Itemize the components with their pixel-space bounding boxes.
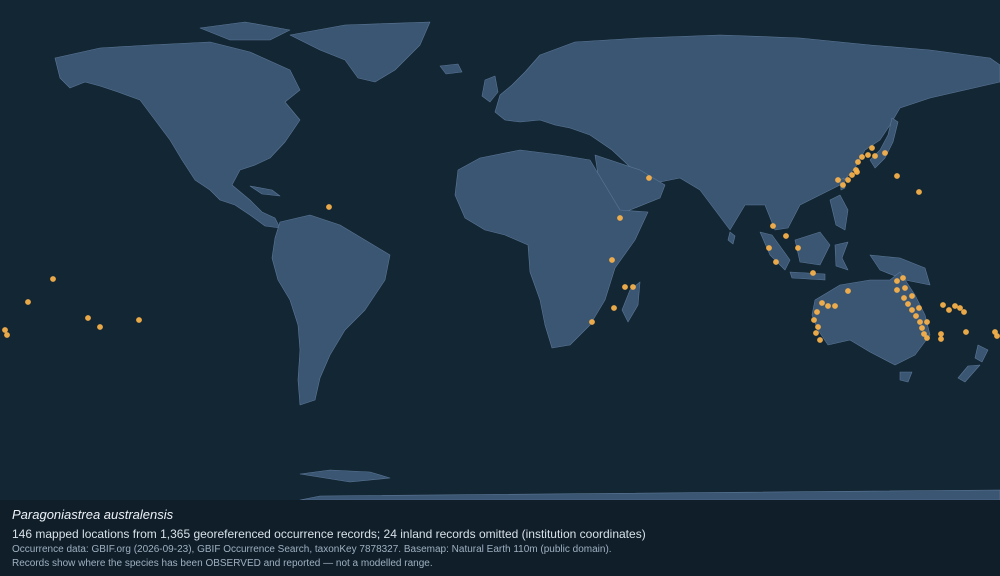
occurrence-point: [845, 177, 851, 183]
occurrence-point: [617, 215, 623, 221]
occurrence-point: [905, 301, 911, 307]
occurrence-point: [814, 309, 820, 315]
occurrence-point: [882, 150, 888, 156]
occurrence-point: [909, 293, 915, 299]
occurrence-point: [865, 152, 871, 158]
occurrence-point: [817, 337, 823, 343]
occurrence-point: [97, 324, 103, 330]
data-source: Occurrence data: GBIF.org (2026-09-23), …: [12, 544, 612, 555]
occurrence-point: [894, 287, 900, 293]
occurrence-point: [50, 276, 56, 282]
occurrence-point: [840, 182, 846, 188]
occurrence-point: [963, 329, 969, 335]
occurrence-point: [894, 278, 900, 284]
occurrence-point: [609, 257, 615, 263]
occurrence-point: [917, 319, 923, 325]
occurrence-point: [85, 315, 91, 321]
occurrence-point: [952, 303, 958, 309]
occurrence-point: [894, 173, 900, 179]
occurrence-point: [811, 317, 817, 323]
occurrence-point: [622, 284, 628, 290]
map-caption: Paragoniastrea australensis 146 mapped l…: [0, 500, 1000, 576]
occurrence-point: [916, 189, 922, 195]
occurrence-point: [961, 309, 967, 315]
occurrence-point: [646, 175, 652, 181]
occurrence-point: [825, 303, 831, 309]
world-map: [0, 0, 1000, 500]
occurrence-point: [819, 300, 825, 306]
occurrence-point: [919, 325, 925, 331]
occurrence-point: [770, 223, 776, 229]
occurrence-point: [909, 307, 915, 313]
occurrence-point: [766, 245, 772, 251]
occurrence-point: [900, 275, 906, 281]
species-name: Paragoniastrea australensis: [12, 507, 174, 522]
occurrence-point: [849, 172, 855, 178]
occurrence-point: [611, 305, 617, 311]
occurrence-point: [4, 332, 10, 338]
occurrence-point: [940, 302, 946, 308]
records-summary: 146 mapped locations from 1,365 georefer…: [12, 527, 646, 541]
occurrence-point: [902, 285, 908, 291]
occurrence-point: [832, 303, 838, 309]
occurrence-point: [630, 284, 636, 290]
occurrence-point: [901, 295, 907, 301]
occurrence-point: [924, 319, 930, 325]
occurrence-point: [783, 233, 789, 239]
occurrence-point: [854, 169, 860, 175]
occurrence-point: [916, 305, 922, 311]
occurrence-point: [924, 335, 930, 341]
disclaimer: Records show where the species has been …: [12, 558, 433, 569]
occurrence-point: [938, 331, 944, 337]
occurrence-point: [859, 154, 865, 160]
occurrence-point: [795, 245, 801, 251]
occurrence-point: [815, 324, 821, 330]
occurrence-point: [136, 317, 142, 323]
occurrence-point: [938, 336, 944, 342]
occurrence-point: [855, 159, 861, 165]
occurrence-point: [994, 333, 1000, 339]
occurrence-point: [845, 288, 851, 294]
occurrence-point: [773, 259, 779, 265]
occurrence-point: [2, 327, 8, 333]
occurrence-point: [913, 313, 919, 319]
occurrence-point: [835, 177, 841, 183]
occurrence-point: [589, 319, 595, 325]
map-canvas: [0, 0, 1000, 500]
occurrence-point: [869, 145, 875, 151]
occurrence-point: [872, 153, 878, 159]
occurrence-point: [813, 330, 819, 336]
occurrence-point: [946, 307, 952, 313]
occurrence-point: [326, 204, 332, 210]
occurrence-point: [25, 299, 31, 305]
occurrence-point: [810, 270, 816, 276]
